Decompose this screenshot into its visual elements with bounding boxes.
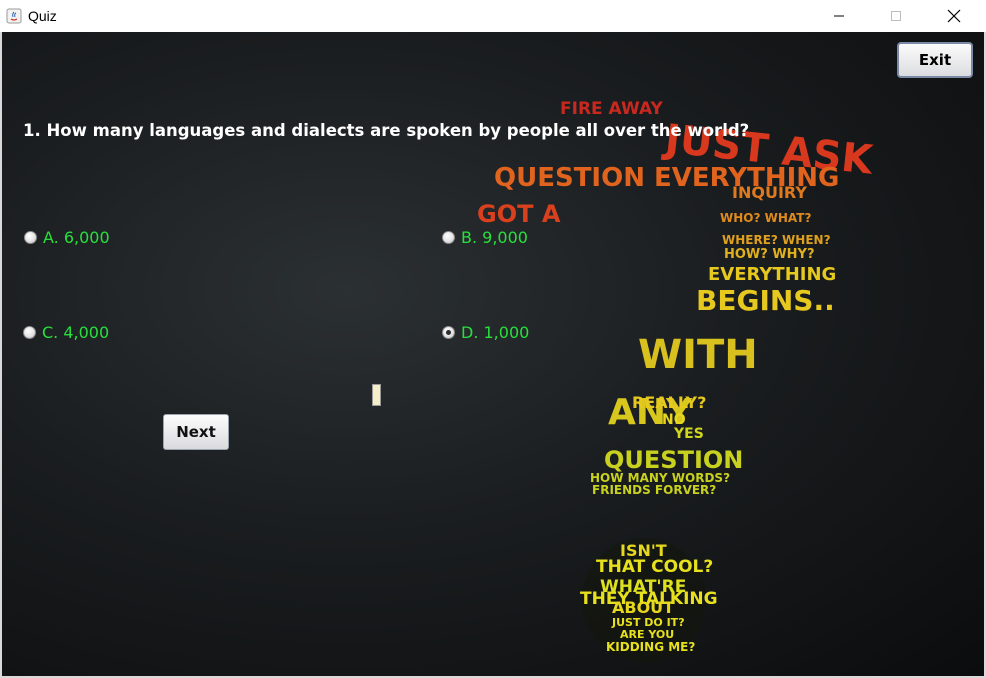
art-word-5: WHO? WHAT?: [720, 211, 811, 225]
art-word-15: QUESTION: [604, 446, 743, 474]
art-word-19: THAT COOL?: [596, 557, 713, 577]
art-word-25: KIDDING ME?: [606, 640, 695, 654]
art-word-0: FIRE AWAY: [560, 99, 663, 119]
quiz-window: Quiz FIRE AWAY JUST ASK QUESTION EVERYTH…: [0, 0, 986, 678]
maximize-icon: [891, 11, 901, 21]
art-word-22: ABOUT: [612, 598, 674, 617]
text-cursor-icon: [372, 384, 381, 406]
title-bar[interactable]: Quiz: [0, 0, 986, 33]
option-d[interactable]: D. 1,000: [442, 323, 529, 342]
art-word-9: BEGINS..: [696, 284, 835, 317]
option-c-label: C. 4,000: [42, 323, 110, 342]
art-word-17: FRIENDS FORVER?: [592, 483, 716, 497]
art-word-8: EVERYTHING: [708, 264, 836, 285]
radio-button-d[interactable]: [442, 326, 455, 339]
java-app-icon: [6, 8, 22, 24]
close-icon: [947, 9, 961, 23]
minimize-button[interactable]: [816, 0, 862, 32]
option-a[interactable]: A. 6,000: [24, 228, 110, 247]
art-word-14: YES: [673, 426, 704, 442]
art-word-6: WHERE? WHEN?: [722, 233, 831, 247]
art-word-12: REALLY?: [632, 393, 706, 412]
question-mark-stem: WITH ANY REALLY? NO YES QUESTION HOW MAN…: [590, 332, 758, 497]
next-button[interactable]: Next: [163, 414, 229, 450]
close-button[interactable]: [931, 0, 977, 32]
art-word-7: HOW? WHY?: [724, 247, 815, 262]
question-mark-dot: ISN'T THAT COOL? WHAT'RE THEY TALKING AB…: [580, 538, 718, 662]
art-word-3: INQUIRY: [732, 183, 807, 202]
radio-button-b[interactable]: [442, 231, 455, 244]
question-text: 1. How many languages and dialects are s…: [23, 121, 750, 140]
option-b-label: B. 9,000: [461, 228, 528, 247]
quiz-panel: FIRE AWAY JUST ASK QUESTION EVERYTHING I…: [2, 32, 984, 676]
option-b[interactable]: B. 9,000: [442, 228, 528, 247]
option-d-label: D. 1,000: [461, 323, 530, 342]
maximize-button[interactable]: [873, 0, 919, 32]
radio-button-c[interactable]: [23, 326, 36, 339]
option-c[interactable]: C. 4,000: [23, 323, 109, 342]
option-a-label: A. 6,000: [43, 228, 110, 247]
minimize-icon: [834, 15, 844, 17]
art-word-10: WITH: [638, 332, 758, 378]
radio-button-a[interactable]: [24, 231, 37, 244]
exit-button[interactable]: Exit: [897, 42, 973, 78]
art-word-4: GOT A: [477, 200, 561, 228]
window-title: Quiz: [28, 8, 57, 24]
